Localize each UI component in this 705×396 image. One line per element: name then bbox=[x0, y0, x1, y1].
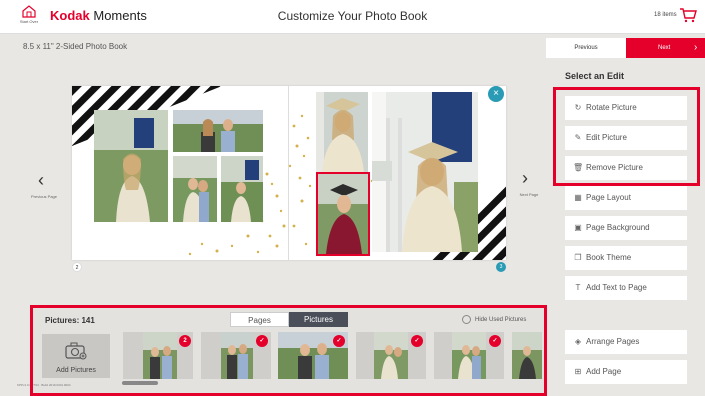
chevron-right-icon: › bbox=[694, 42, 698, 53]
edit-heading: Select an Edit bbox=[565, 71, 625, 81]
photo-cap-gown-smile[interactable] bbox=[316, 92, 368, 172]
photo-couple-1[interactable] bbox=[173, 110, 263, 152]
product-name: 8.5 x 11" 2-Sided Photo Book bbox=[23, 42, 128, 51]
theme-icon: ❐ bbox=[574, 253, 582, 262]
book-spread: 2 3 bbox=[72, 86, 506, 260]
add-page-button[interactable]: ⊞ Add Page bbox=[565, 360, 687, 384]
close-icon[interactable]: × bbox=[488, 86, 504, 102]
cart-count[interactable]: 18 items bbox=[654, 12, 677, 18]
tool-label: Add Text to Page bbox=[586, 283, 647, 292]
highlight-box-tray bbox=[30, 305, 547, 396]
page-title: Customize Your Photo Book bbox=[277, 9, 428, 23]
next-page-arrow[interactable]: › bbox=[522, 168, 528, 189]
layout-icon: ▦ bbox=[574, 193, 582, 202]
previous-button[interactable]: Previous bbox=[546, 38, 626, 58]
page-background-button[interactable]: ▣ Page Background bbox=[565, 216, 687, 240]
top-bar: Start Over Kodak Moments Customize Your … bbox=[0, 0, 705, 34]
highlight-box-tools bbox=[553, 87, 700, 186]
arrange-pages-button[interactable]: ◈ Arrange Pages bbox=[565, 330, 687, 354]
text-icon: T bbox=[575, 283, 581, 292]
photo-selected[interactable] bbox=[316, 172, 370, 256]
tool-label: Page Background bbox=[586, 223, 650, 232]
page-3-indicator: 3 bbox=[496, 262, 506, 272]
next-button[interactable]: Next › bbox=[626, 38, 705, 58]
page-layout-button[interactable]: ▦ Page Layout bbox=[565, 186, 687, 210]
next-page-label[interactable]: Next Page bbox=[516, 192, 542, 197]
previous-page-label[interactable]: Previous Page bbox=[30, 194, 58, 199]
cart-icon[interactable] bbox=[679, 7, 697, 28]
next-label: Next bbox=[658, 45, 671, 51]
page-2-indicator: 2 bbox=[72, 262, 82, 272]
book-theme-button[interactable]: ❐ Book Theme bbox=[565, 246, 687, 270]
background-icon: ▣ bbox=[574, 223, 582, 232]
photo-porch-3[interactable] bbox=[221, 156, 263, 222]
tool-label: Add Page bbox=[586, 367, 622, 376]
layers-icon: ◈ bbox=[574, 337, 582, 346]
tool-label: Page Layout bbox=[586, 193, 631, 202]
photo-graduate-porch[interactable] bbox=[94, 110, 168, 222]
previous-page-arrow[interactable]: ‹ bbox=[38, 170, 44, 191]
tool-label: Arrange Pages bbox=[586, 337, 640, 346]
add-text-button[interactable]: T Add Text to Page bbox=[565, 276, 687, 300]
add-page-icon: ⊞ bbox=[574, 367, 582, 376]
photo-small-right[interactable] bbox=[372, 161, 392, 181]
tool-label: Book Theme bbox=[586, 253, 632, 262]
book-fold bbox=[288, 86, 289, 260]
photo-porch-2[interactable] bbox=[173, 156, 217, 222]
